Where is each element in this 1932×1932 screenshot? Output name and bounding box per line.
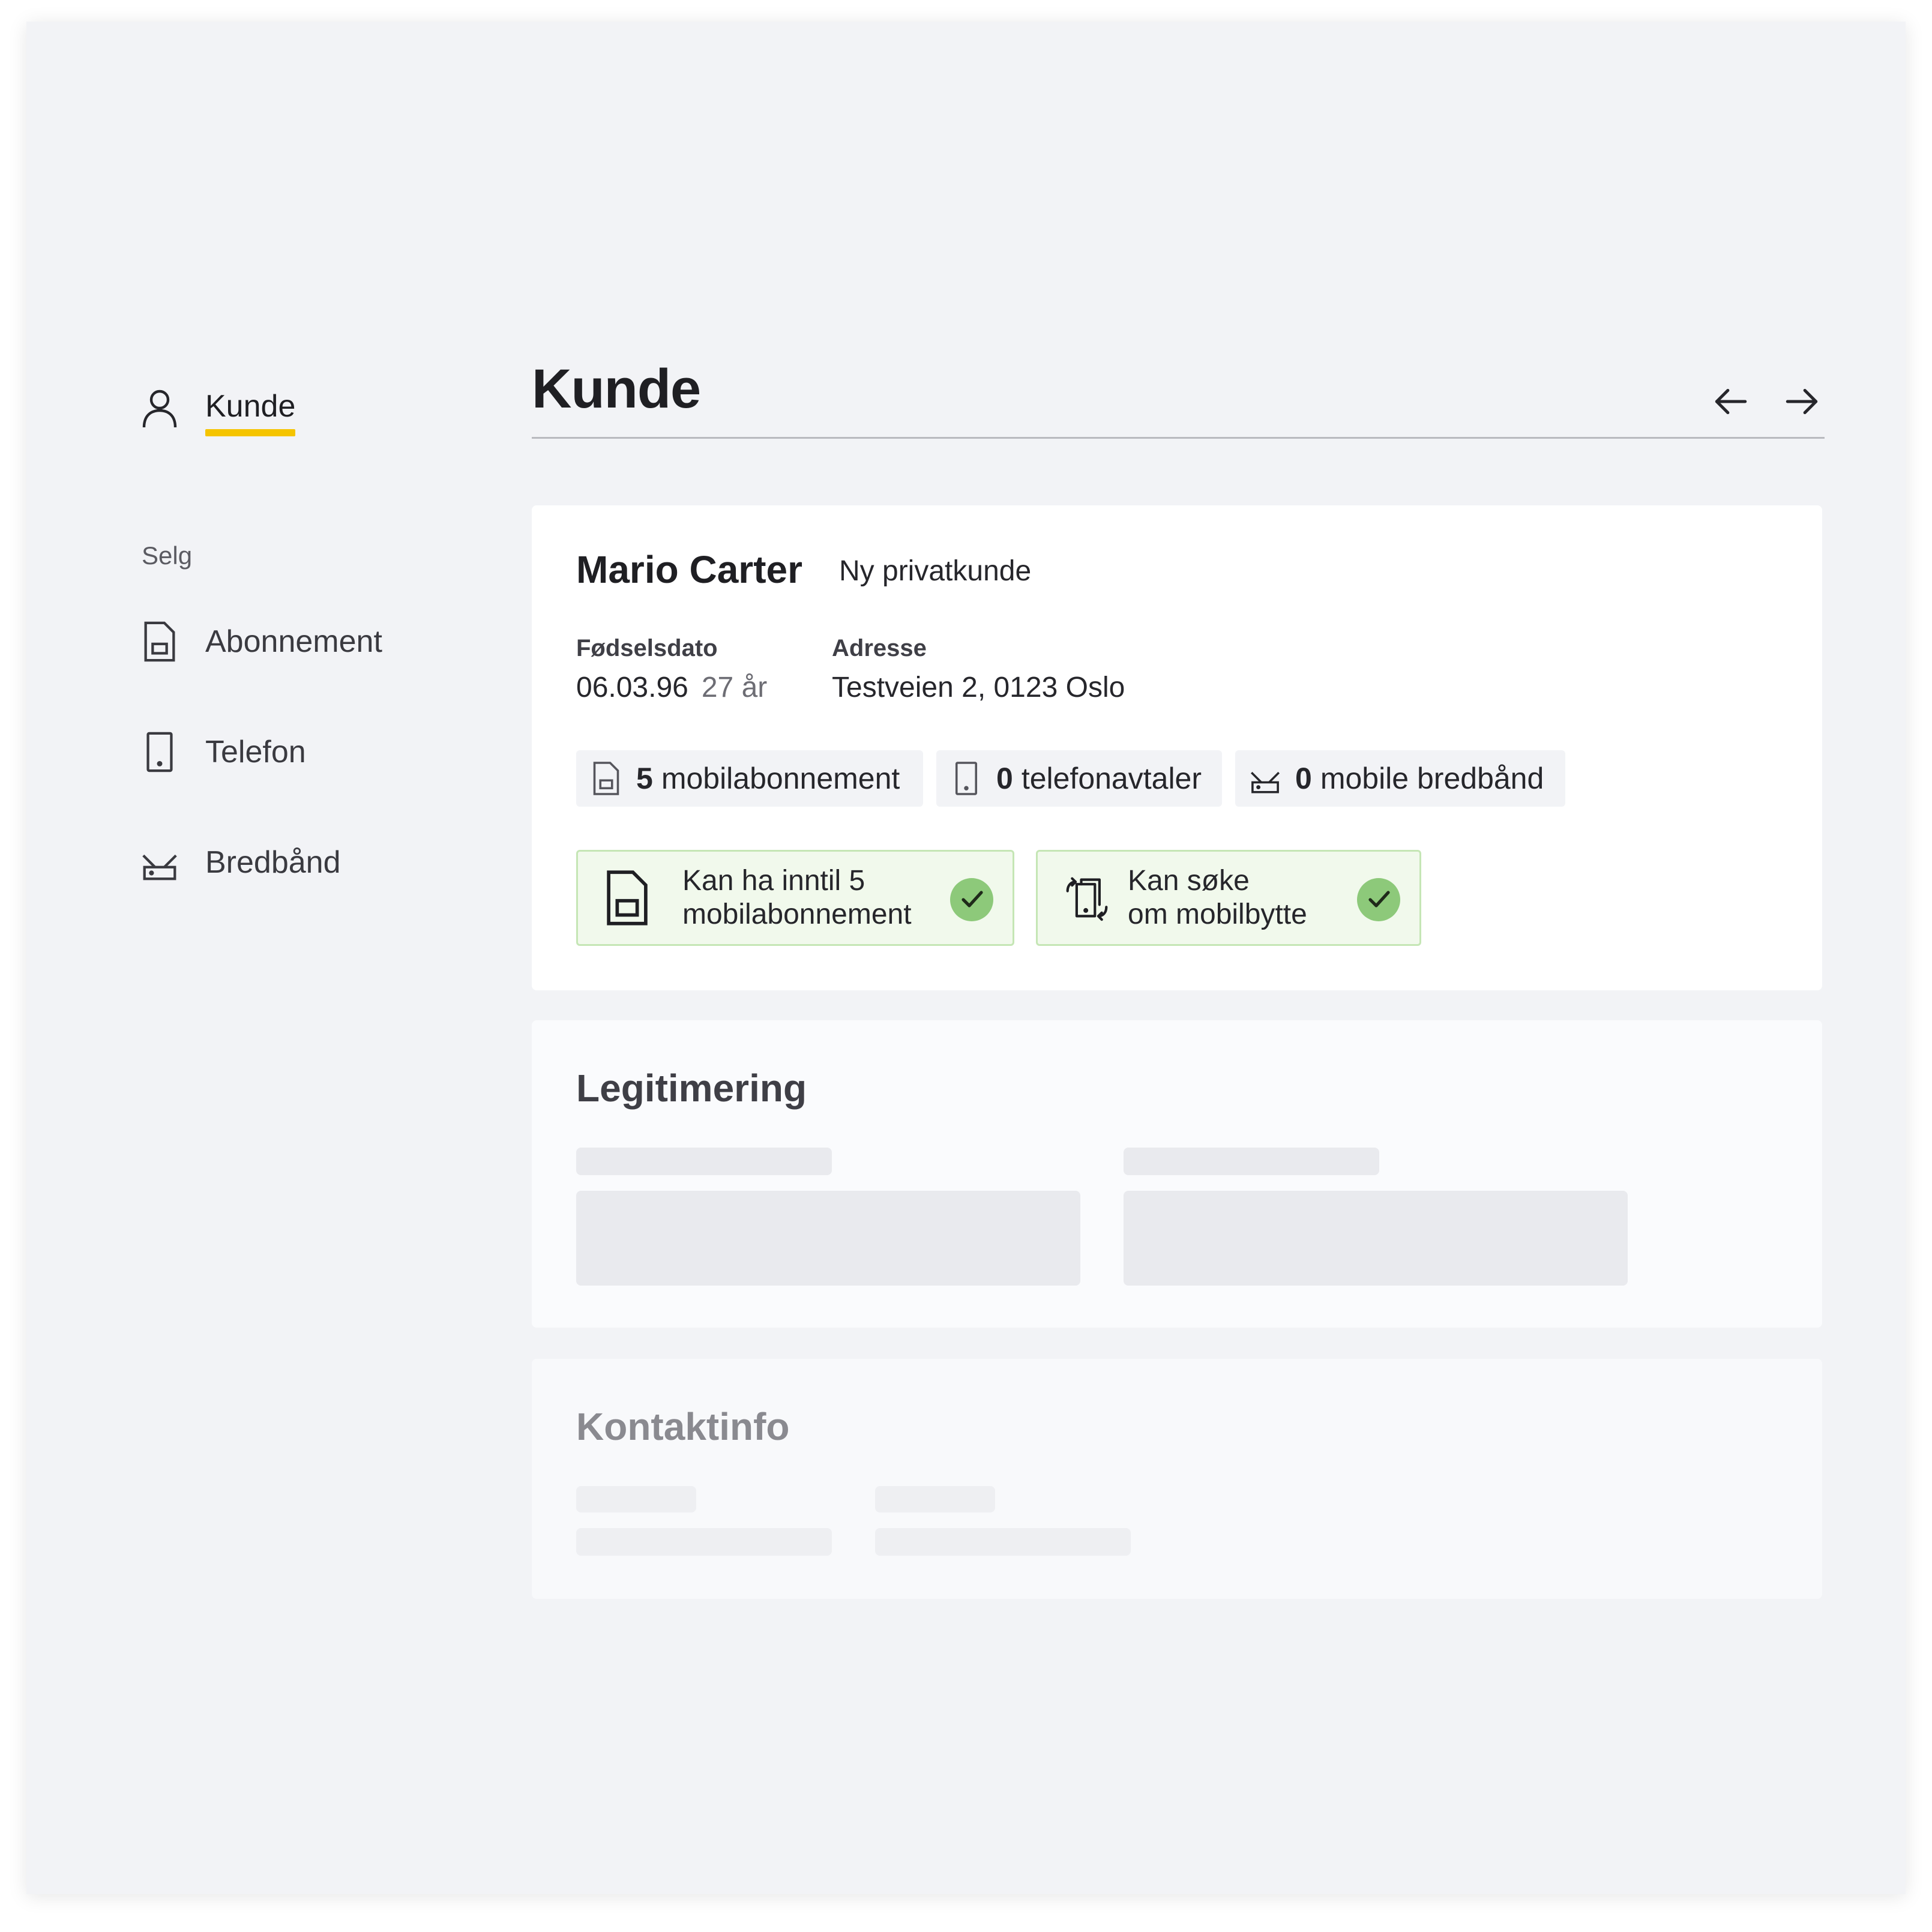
section-title: Legitimering <box>576 1067 807 1110</box>
sidebar-section-label: Selg <box>142 541 193 570</box>
chip-count: 5 <box>636 762 653 795</box>
sidebar-item-label: Kunde <box>205 388 296 436</box>
arrow-right-icon[interactable] <box>1783 382 1822 421</box>
header-divider <box>532 437 1825 439</box>
chip-count: 0 <box>1295 762 1312 795</box>
phone-swap-icon <box>1066 877 1108 921</box>
sim-card-icon <box>593 762 619 795</box>
address-label: Adresse <box>832 635 927 661</box>
sim-card-icon <box>607 870 648 925</box>
app-window: Kunde Selg Abonnement Telefon Bredbånd K… <box>26 22 1906 1894</box>
section-title: Kontaktinfo <box>576 1405 790 1448</box>
chip-label: mobilabonnement <box>661 762 900 795</box>
sidebar-item-telefon[interactable]: Telefon <box>140 731 306 773</box>
check-icon <box>950 878 993 921</box>
eligibility-line: Kan ha inntil 5 <box>682 865 865 897</box>
chip-mobilabonnement: 5 mobilabonnement <box>576 750 923 807</box>
page-title: Kunde <box>532 358 701 420</box>
customer-name: Mario Carter <box>576 548 802 591</box>
skeleton-field <box>875 1528 1131 1556</box>
check-icon <box>1357 878 1400 921</box>
skeleton-label <box>576 1486 696 1512</box>
chip-telefonavtaler: 0 telefonavtaler <box>936 750 1222 807</box>
kontaktinfo-card: Kontaktinfo <box>532 1359 1822 1599</box>
birthdate-value: 06.03.96 27 år <box>576 671 767 704</box>
sidebar-item-label: Bredbånd <box>205 845 341 880</box>
legitimering-card: Legitimering <box>532 1020 1822 1328</box>
router-icon <box>1250 771 1280 793</box>
person-icon <box>142 390 177 428</box>
skeleton-field <box>576 1528 832 1556</box>
age: 27 år <box>701 672 768 703</box>
sidebar-item-abonnement[interactable]: Abonnement <box>140 621 382 663</box>
skeleton-label <box>576 1148 832 1175</box>
skeleton-label <box>875 1486 995 1512</box>
chip-label: mobile bredbånd <box>1320 762 1544 795</box>
sidebar-item-kunde[interactable]: Kunde <box>140 388 296 436</box>
sidebar-item-bredband[interactable]: Bredbånd <box>140 841 341 883</box>
sidebar-item-label: Telefon <box>205 735 306 769</box>
eligibility-line: mobilabonnement <box>682 898 912 930</box>
skeleton-field <box>1124 1191 1628 1286</box>
customer-type: Ny privatkunde <box>839 555 1032 587</box>
address-value: Testveien 2, 0123 Oslo <box>832 672 1125 703</box>
chip-count: 0 <box>996 762 1013 795</box>
chip-mobile-bredband: 0 mobile bredbånd <box>1235 750 1565 807</box>
eligibility-mobilbytte: Kan søke om mobilbytte <box>1036 850 1421 946</box>
sidebar-item-label: Abonnement <box>205 624 382 659</box>
router-icon <box>142 854 177 880</box>
skeleton-field <box>576 1191 1080 1286</box>
chip-label: telefonavtaler <box>1021 762 1202 795</box>
birthdate-label: Fødselsdato <box>576 635 718 661</box>
birthdate: 06.03.96 <box>576 672 688 703</box>
customer-card: Mario Carter Ny privatkunde Fødselsdato … <box>532 505 1822 990</box>
arrow-left-icon[interactable] <box>1711 382 1750 421</box>
phone-icon <box>955 762 978 795</box>
sim-card-icon <box>144 621 175 662</box>
phone-icon <box>146 732 173 772</box>
eligibility-text: Kan ha inntil 5 mobilabonnement <box>682 864 958 931</box>
eligibility-mobilabonnement: Kan ha inntil 5 mobilabonnement <box>576 850 1014 946</box>
skeleton-label <box>1124 1148 1379 1175</box>
